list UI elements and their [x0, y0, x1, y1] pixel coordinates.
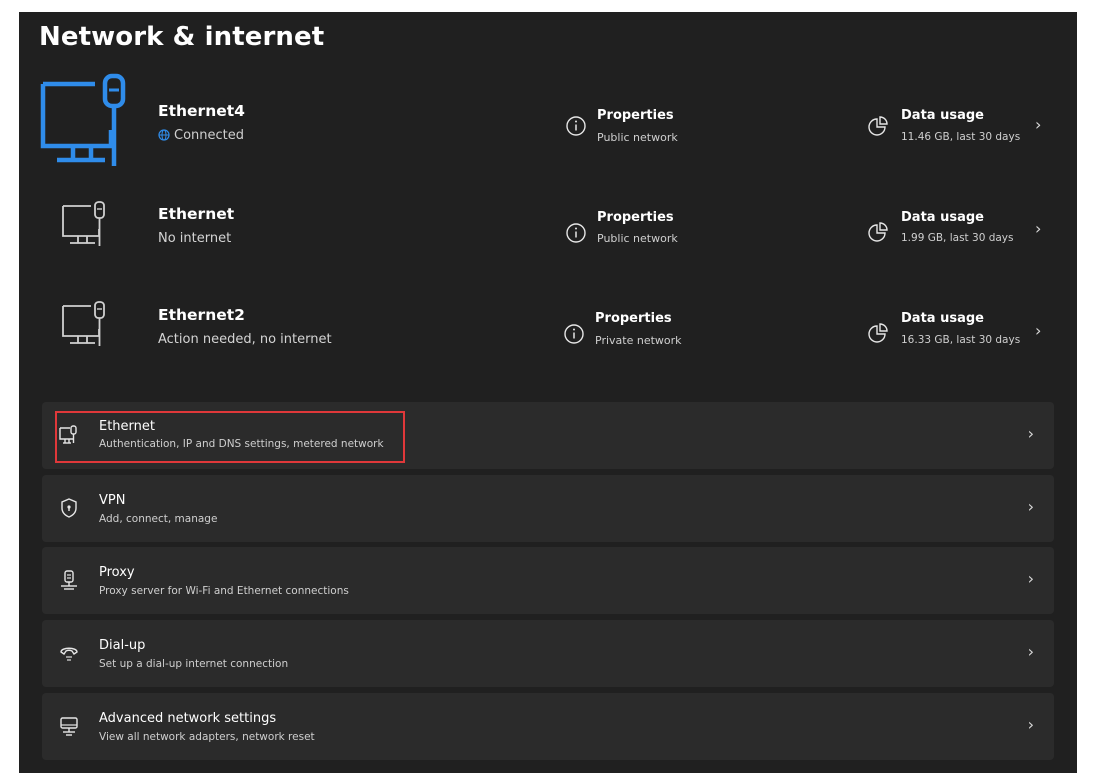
data-usage-value: 16.33 GB, last 30 days: [901, 334, 1021, 346]
ethernet-connected-icon: [40, 73, 126, 166]
row-title: VPN: [99, 493, 126, 508]
settings-row-proxy[interactable]: Proxy Proxy server for Wi-Fi and Etherne…: [42, 547, 1054, 614]
chevron-right-icon[interactable]: ›: [1035, 321, 1041, 340]
data-usage-link[interactable]: Data usage: [901, 108, 984, 123]
pie-chart-icon[interactable]: [867, 322, 889, 344]
settings-row-advanced[interactable]: Advanced network settings View all netwo…: [42, 693, 1054, 760]
chevron-right-icon: ›: [1027, 497, 1034, 516]
connection-ethernet4: Ethernet4 Connected Properties Public ne…: [19, 70, 1077, 166]
row-subtitle: View all network adapters, network reset: [99, 731, 315, 743]
connection-name: Ethernet: [158, 205, 235, 223]
connection-status: Action needed, no internet: [158, 332, 332, 347]
connection-ethernet2: Ethernet2 Action needed, no internet Pro…: [19, 274, 1077, 364]
properties-link[interactable]: Properties: [595, 311, 672, 326]
connection-status-text: Connected: [174, 128, 245, 143]
chevron-right-icon: ›: [1027, 569, 1034, 588]
chevron-right-icon[interactable]: ›: [1035, 115, 1041, 134]
globe-icon: [158, 129, 170, 141]
ethernet-icon: [62, 301, 105, 346]
pie-chart-icon[interactable]: [867, 221, 889, 243]
settings-window: Network & internet Ethernet4 Connected P…: [19, 12, 1077, 773]
row-title: Dial-up: [99, 638, 146, 653]
chevron-right-icon: ›: [1027, 424, 1034, 443]
settings-row-vpn[interactable]: VPN Add, connect, manage ›: [42, 475, 1054, 542]
settings-row-ethernet[interactable]: Ethernet Authentication, IP and DNS sett…: [42, 402, 1054, 469]
data-usage-value: 11.46 GB, last 30 days: [901, 131, 1021, 143]
network-type: Private network: [595, 334, 682, 347]
network-type: Public network: [597, 232, 678, 245]
info-icon[interactable]: [565, 115, 587, 137]
proxy-icon: [61, 570, 77, 590]
properties-link[interactable]: Properties: [597, 210, 674, 225]
info-icon[interactable]: [563, 323, 585, 345]
connection-name: Ethernet4: [158, 102, 245, 120]
row-subtitle: Proxy server for Wi-Fi and Ethernet conn…: [99, 585, 349, 597]
shield-icon: [61, 498, 77, 518]
network-type: Public network: [597, 131, 678, 144]
connection-ethernet: Ethernet No internet Properties Public n…: [19, 172, 1077, 262]
page-title: Network & internet: [39, 22, 325, 52]
dialup-icon: [60, 647, 78, 661]
row-subtitle: Add, connect, manage: [99, 513, 218, 525]
row-title: Ethernet: [99, 419, 155, 434]
ethernet-icon: [59, 425, 77, 444]
data-usage-value: 1.99 GB, last 30 days: [901, 232, 1014, 244]
chevron-right-icon: ›: [1027, 642, 1034, 661]
ethernet-icon: [62, 201, 105, 246]
settings-row-dialup[interactable]: Dial-up Set up a dial-up internet connec…: [42, 620, 1054, 687]
connection-status: Connected: [158, 128, 244, 143]
connection-name: Ethernet2: [158, 306, 245, 324]
row-subtitle: Set up a dial-up internet connection: [99, 658, 289, 670]
advanced-network-icon: [60, 717, 78, 736]
row-subtitle: Authentication, IP and DNS settings, met…: [99, 438, 384, 450]
chevron-right-icon: ›: [1027, 715, 1034, 734]
info-icon[interactable]: [565, 222, 587, 244]
data-usage-link[interactable]: Data usage: [901, 210, 984, 225]
chevron-right-icon[interactable]: ›: [1035, 219, 1041, 238]
row-title: Advanced network settings: [99, 711, 277, 726]
properties-link[interactable]: Properties: [597, 108, 674, 123]
connection-status: No internet: [158, 231, 232, 246]
data-usage-link[interactable]: Data usage: [901, 311, 984, 326]
pie-chart-icon[interactable]: [867, 115, 889, 137]
row-title: Proxy: [99, 565, 135, 580]
